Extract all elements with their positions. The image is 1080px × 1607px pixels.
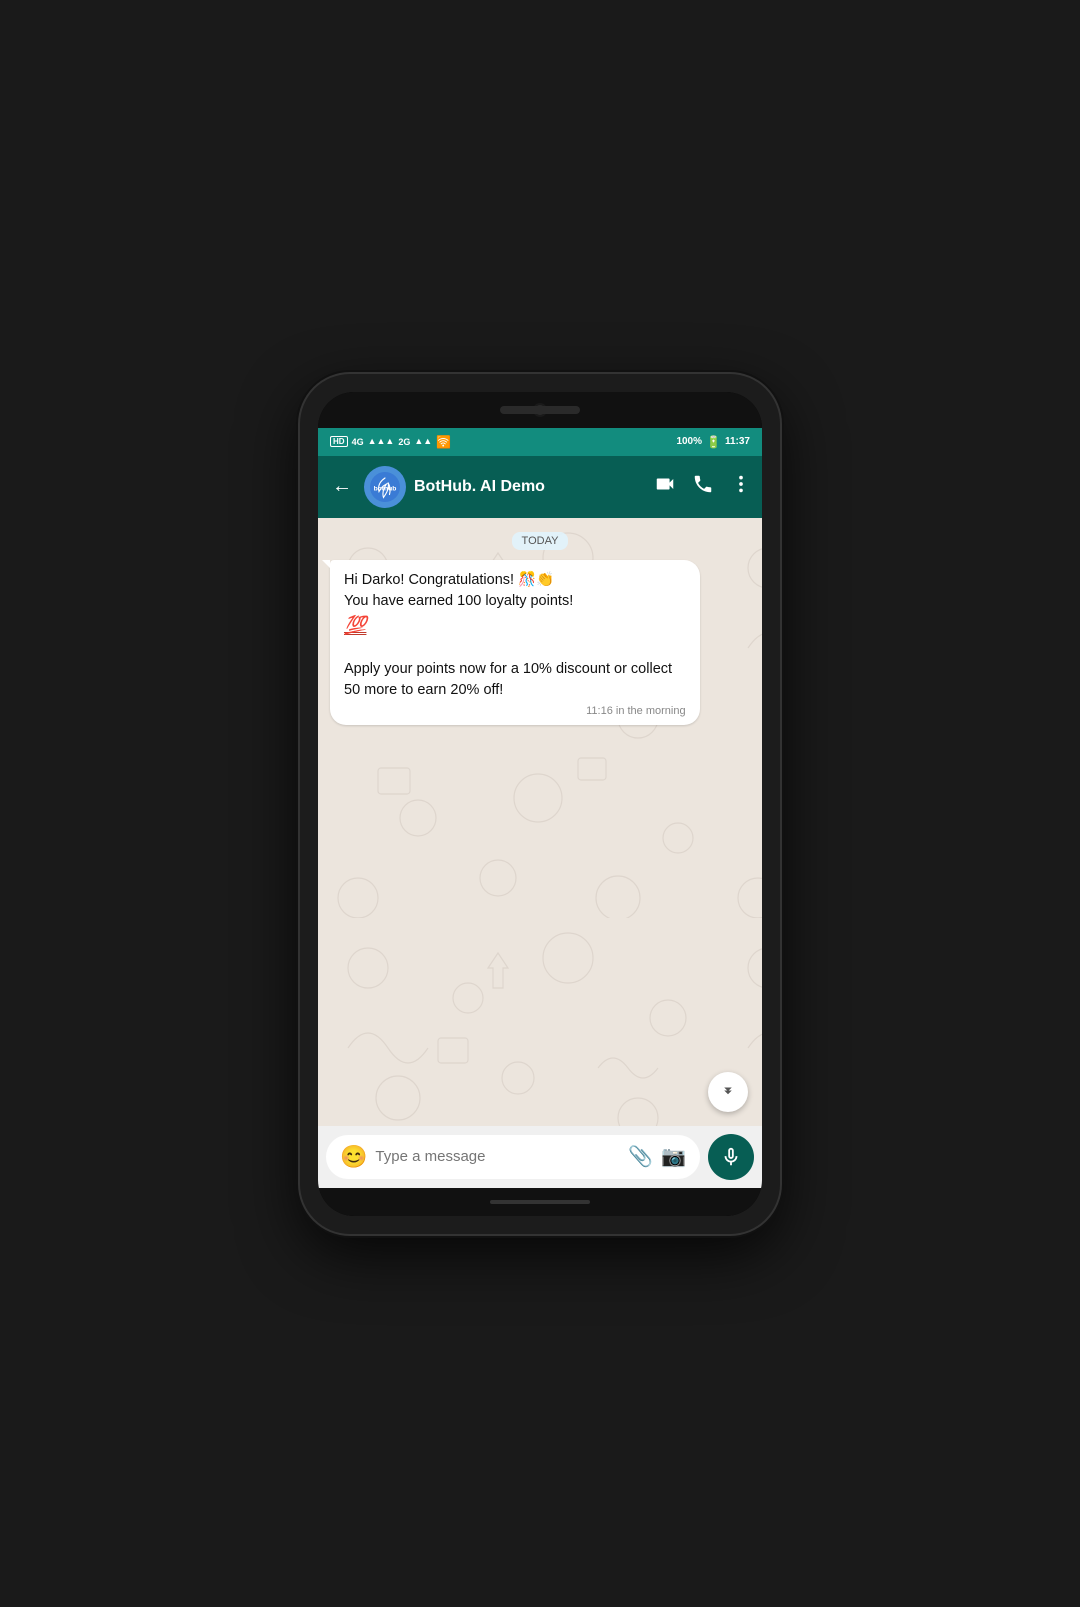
message-line3: Apply your points now for a 10% discount… [344,661,672,698]
emoji-button[interactable]: 😊 [340,1144,367,1170]
contact-info: BotHub. AI Demo [414,478,646,496]
phone-frame: HD 4G ▲▲▲ 2G ▲▲ 🛜 100% 🔋 11:37 ← [300,374,780,1234]
status-left: HD 4G ▲▲▲ 2G ▲▲ 🛜 [330,435,451,449]
signal-2g-icon: ▲▲ [414,436,432,447]
chat-area: TODAY Hi Darko! Congratulations! 🎊👏 You … [318,518,762,1126]
back-button[interactable]: ← [328,471,356,502]
mic-button[interactable] [708,1134,754,1180]
input-bar: 😊 📎 📷 [318,1126,762,1188]
speaker-bar [500,406,580,414]
battery-icon: 🔋 [706,435,721,449]
date-badge-text: TODAY [512,532,569,550]
message-text: Hi Darko! Congratulations! 🎊👏 You have e… [344,570,686,701]
voice-call-button[interactable] [692,473,714,500]
avatar: bothub [364,466,406,508]
wa-header: ← bothub BotHub. AI Demo [318,456,762,518]
avatar-inner: bothub [364,466,406,508]
message-bubble: Hi Darko! Congratulations! 🎊👏 You have e… [330,560,700,725]
input-wrapper: 😊 📎 📷 [326,1135,700,1179]
scroll-down-button[interactable] [708,1072,748,1112]
2g-badge: 2G [398,437,410,447]
status-right: 100% 🔋 11:37 [676,435,750,449]
date-badge: TODAY [330,532,750,550]
clock: 11:37 [725,436,750,447]
status-bar: HD 4G ▲▲▲ 2G ▲▲ 🛜 100% 🔋 11:37 [318,428,762,456]
hd-badge: HD [330,436,348,447]
home-bar [490,1200,590,1204]
phone-top-bar [318,392,762,428]
header-icons [654,473,752,500]
more-options-button[interactable] [730,473,752,500]
phone-inner: HD 4G ▲▲▲ 2G ▲▲ 🛜 100% 🔋 11:37 ← [318,392,762,1216]
wifi-icon: 🛜 [436,435,451,449]
signal-4g-icon: ▲▲▲ [368,436,395,447]
contact-name: BotHub. AI Demo [414,478,646,496]
chat-spacer [330,725,750,1118]
attachment-button[interactable]: 📎 [628,1144,653,1169]
battery-percent: 100% [676,436,702,447]
camera-button[interactable]: 📷 [661,1144,686,1169]
message-input[interactable] [375,1148,620,1165]
video-call-button[interactable] [654,473,676,500]
message-line1: Hi Darko! Congratulations! 🎊👏 [344,572,554,588]
phone-bottom-bar [318,1188,762,1216]
hundred-emoji: 💯 [344,612,366,638]
4g-badge: 4G [352,437,364,447]
chat-content: TODAY Hi Darko! Congratulations! 🎊👏 You … [318,518,762,1126]
message-line2: You have earned 100 loyalty points! [344,593,573,609]
message-time: 11:16 in the morning [344,705,686,717]
